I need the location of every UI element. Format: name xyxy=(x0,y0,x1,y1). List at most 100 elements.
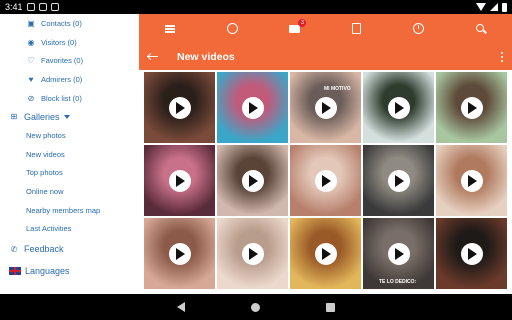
play-button[interactable] xyxy=(460,169,483,192)
play-icon xyxy=(395,101,404,114)
history-button[interactable] xyxy=(388,14,450,43)
video-thumbnail[interactable] xyxy=(290,218,361,289)
play-button[interactable] xyxy=(168,96,191,119)
video-thumbnail[interactable] xyxy=(436,72,507,143)
play-button[interactable] xyxy=(314,169,337,192)
back-arrow-icon[interactable] xyxy=(147,52,159,62)
menu-icon xyxy=(165,24,176,33)
video-thumbnail[interactable]: TE LO DEDICO: xyxy=(363,218,434,289)
sidebar-item[interactable]: ♥ Admirers (0) xyxy=(0,70,139,89)
video-thumbnail[interactable]: MI MOTIVO xyxy=(290,72,361,143)
play-button[interactable] xyxy=(314,242,337,265)
eye-icon: ◉ xyxy=(27,37,35,47)
play-icon xyxy=(468,174,477,187)
block-icon: ⊘ xyxy=(27,93,35,103)
profile-icon xyxy=(226,23,238,34)
play-button[interactable] xyxy=(168,242,191,265)
search-icon xyxy=(475,23,484,32)
play-icon xyxy=(249,174,258,187)
profile-button[interactable] xyxy=(201,14,263,43)
overflow-menu-icon[interactable] xyxy=(501,51,503,62)
messages-button[interactable]: 3 xyxy=(263,14,325,43)
video-thumbnail[interactable] xyxy=(144,145,215,216)
play-button[interactable] xyxy=(387,242,410,265)
play-button[interactable] xyxy=(241,242,264,265)
sidebar-item[interactable]: ▣ Contacts (0) xyxy=(0,14,139,33)
notification-icon xyxy=(38,3,47,11)
notification-icon xyxy=(50,3,59,11)
video-thumbnail[interactable] xyxy=(436,218,507,289)
main-content: 3 New videos MI MOTIVO TE LO DEDICO: xyxy=(139,14,512,294)
battery-icon xyxy=(502,2,507,12)
galleries-menu: New photos New videos Top photos Online now… xyxy=(0,126,139,238)
whatsapp-icon: ✆ xyxy=(10,244,18,254)
video-thumbnail[interactable] xyxy=(436,145,507,216)
nav-recents-icon[interactable] xyxy=(326,302,335,312)
menu-button[interactable] xyxy=(139,14,201,43)
video-grid: MI MOTIVO TE LO DEDICO: xyxy=(139,70,512,291)
galleries-toggle[interactable]: ⊞ Galleries xyxy=(0,107,139,126)
video-thumbnail[interactable] xyxy=(144,218,215,289)
play-button[interactable] xyxy=(387,169,410,192)
play-button[interactable] xyxy=(460,242,483,265)
play-button[interactable] xyxy=(241,169,264,192)
video-thumbnail[interactable] xyxy=(217,218,288,289)
play-button[interactable] xyxy=(168,169,191,192)
galleries-label: Galleries xyxy=(24,111,60,122)
video-thumbnail[interactable] xyxy=(217,145,288,216)
play-icon xyxy=(176,101,185,114)
gallery-menu-item[interactable]: Nearby members map xyxy=(0,201,139,220)
play-button[interactable] xyxy=(314,96,337,119)
nav-home-icon[interactable] xyxy=(251,302,260,312)
contacts-icon: ▣ xyxy=(27,18,35,28)
unread-badge: 3 xyxy=(298,19,307,27)
play-icon xyxy=(468,247,477,260)
play-button[interactable] xyxy=(241,96,264,119)
video-thumbnail[interactable] xyxy=(144,72,215,143)
play-icon xyxy=(395,247,404,260)
video-thumbnail[interactable] xyxy=(363,72,434,143)
gallery-menu-item[interactable]: Online now xyxy=(0,182,139,201)
clock-icon xyxy=(413,23,425,34)
page-title: New videos xyxy=(177,50,235,63)
system-nav-bar xyxy=(0,294,512,320)
video-thumbnail[interactable] xyxy=(217,72,288,143)
sidebar-item[interactable]: ⊘ Block list (0) xyxy=(0,89,139,108)
heart-outline-icon: ♡ xyxy=(27,56,35,66)
status-bar: 3:41 xyxy=(0,0,512,14)
gallery-menu-item[interactable]: New photos xyxy=(0,126,139,145)
gallery-menu-item[interactable]: New videos xyxy=(0,145,139,164)
wifi-icon xyxy=(476,3,486,11)
feedback-item[interactable]: ✆ Feedback xyxy=(0,238,139,260)
languages-item[interactable]: Languages xyxy=(0,260,139,282)
nav-back-icon[interactable] xyxy=(177,302,185,312)
sidebar-item[interactable]: ♡ Favorites (0) xyxy=(0,51,139,70)
video-caption: MI MOTIVO xyxy=(324,86,351,92)
account-menu: ▣ Contacts (0) ◉ Visitors (0) ♡ Favorites (0)… xyxy=(0,14,139,107)
video-thumbnail[interactable] xyxy=(290,145,361,216)
play-button[interactable] xyxy=(460,96,483,119)
languages-label: Languages xyxy=(25,266,70,277)
sidebar-item-label: Block list (0) xyxy=(41,93,82,103)
title-bar: New videos xyxy=(139,43,512,70)
contacts-card-icon xyxy=(352,23,362,34)
play-button[interactable] xyxy=(387,96,410,119)
windows-icon: ⊞ xyxy=(10,112,18,122)
sidebar-item-label: Admirers (0) xyxy=(41,74,83,84)
uk-flag-icon xyxy=(9,267,21,276)
play-icon xyxy=(395,174,404,187)
gallery-menu-item[interactable]: Top photos xyxy=(0,164,139,183)
sidebar-item-label: Visitors (0) xyxy=(41,37,77,47)
gallery-menu-item[interactable]: Last Activities xyxy=(0,220,139,239)
play-icon xyxy=(249,247,258,260)
play-icon xyxy=(176,174,185,187)
feedback-label: Feedback xyxy=(24,244,64,255)
notification-icon xyxy=(26,3,35,11)
sidebar-item-label: Favorites (0) xyxy=(41,56,84,66)
search-button[interactable] xyxy=(450,14,512,43)
contacts-button[interactable] xyxy=(326,14,388,43)
caret-down-icon xyxy=(63,114,70,119)
sidebar-item[interactable]: ◉ Visitors (0) xyxy=(0,33,139,52)
video-thumbnail[interactable] xyxy=(363,145,434,216)
signal-icon xyxy=(490,3,498,11)
